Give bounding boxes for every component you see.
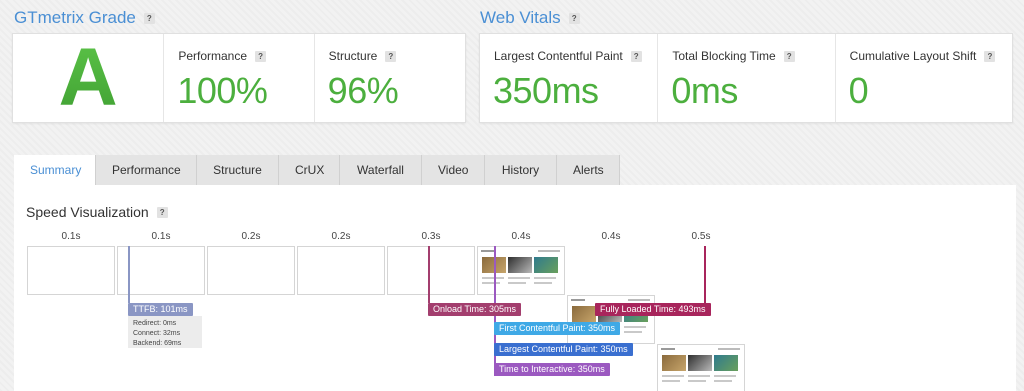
help-icon[interactable]: ? <box>255 50 267 62</box>
frame-time-label: 0.3s <box>421 231 441 242</box>
lcp-label: Largest Contentful Paint ? <box>494 49 642 63</box>
gtmetrix-grade-title-text: GTmetrix Grade <box>14 8 136 27</box>
speed-visualization-title: Speed Visualization ? <box>26 204 168 220</box>
report-tabs: Summary Performance Structure CrUX Water… <box>14 155 620 185</box>
web-vitals-title: Web Vitals ? <box>480 8 580 28</box>
web-vitals-title-text: Web Vitals <box>480 8 561 27</box>
tab-structure[interactable]: Structure <box>197 155 279 185</box>
speed-visualization-title-text: Speed Visualization <box>26 204 149 220</box>
frame-time-label: 0.1s <box>151 231 171 242</box>
frame-time-label: 0.4s <box>511 231 531 242</box>
web-vitals-card: Largest Contentful Paint ? 350ms Total B… <box>479 33 1013 123</box>
fcp-marker[interactable]: First Contentful Paint: 350ms <box>494 322 621 335</box>
help-icon[interactable]: ? <box>143 12 155 24</box>
lcp-metric: Largest Contentful Paint ? 350ms <box>480 34 657 122</box>
structure-label: Structure ? <box>329 49 397 63</box>
tab-crux[interactable]: CrUX <box>279 155 340 185</box>
frame-time-label: 0.5s <box>691 231 711 242</box>
performance-metric: Performance ? 100% <box>163 34 313 122</box>
filmstrip-frame[interactable] <box>27 246 115 295</box>
grade-cell: A <box>13 32 163 123</box>
structure-metric: Structure ? 96% <box>313 34 465 122</box>
filmstrip-frame[interactable] <box>207 246 295 295</box>
frame-time-label: 0.4s <box>601 231 621 242</box>
cls-label-text: Cumulative Layout Shift <box>849 49 977 63</box>
onload-marker-line <box>428 246 430 303</box>
performance-value: 100% <box>177 70 268 111</box>
lcp-label-text: Largest Contentful Paint <box>494 49 623 63</box>
structure-value: 96% <box>327 70 399 111</box>
tbt-label: Total Blocking Time ? <box>672 49 795 63</box>
help-icon[interactable]: ? <box>984 50 996 62</box>
tbt-value: 0ms <box>671 70 738 111</box>
summary-panel: Speed Visualization ? 0.1s 0.1s 0.2s 0.2… <box>14 185 1016 391</box>
filmstrip-frame[interactable] <box>297 246 385 295</box>
tbt-metric: Total Blocking Time ? 0ms <box>657 34 834 122</box>
tbt-label-text: Total Blocking Time <box>672 49 776 63</box>
filmstrip-frame[interactable] <box>387 246 475 295</box>
performance-label: Performance ? <box>178 49 267 63</box>
structure-label-text: Structure <box>328 49 378 63</box>
tab-history[interactable]: History <box>485 155 557 185</box>
performance-label-text: Performance <box>178 49 248 63</box>
cls-label: Cumulative Layout Shift ? <box>850 49 996 63</box>
tab-performance[interactable]: Performance <box>96 155 197 185</box>
thumbnail-image <box>534 257 558 273</box>
filmstrip-frame-page[interactable] <box>657 344 745 391</box>
lcp-marker[interactable]: Largest Contentful Paint: 350ms <box>494 343 633 356</box>
gtmetrix-grade-title: GTmetrix Grade ? <box>14 8 155 28</box>
cls-value: 0 <box>848 70 869 111</box>
filmstrip-frame[interactable] <box>117 246 205 295</box>
ttfb-connect: Connect: 32ms <box>133 330 181 337</box>
lcp-value: 350ms <box>493 70 599 111</box>
tti-marker[interactable]: Time to Interactive: 350ms <box>494 363 610 376</box>
help-icon[interactable]: ? <box>385 50 397 62</box>
frame-time-label: 0.2s <box>241 231 261 242</box>
thumbnail-image <box>714 355 738 371</box>
help-icon[interactable]: ? <box>568 12 580 24</box>
thumbnail-image <box>688 355 712 371</box>
tab-video[interactable]: Video <box>422 155 485 185</box>
ttfb-marker-line <box>128 246 130 303</box>
onload-time-marker[interactable]: Onload Time: 305ms <box>428 303 522 316</box>
grade-letter: A <box>13 32 163 123</box>
fully-loaded-marker-line <box>704 246 706 303</box>
thumbnail-image <box>508 257 532 273</box>
ttfb-redirect: Redirect: 0ms <box>133 320 177 327</box>
ttfb-backend: Backend: 69ms <box>133 340 182 347</box>
gtmetrix-grade-card: A Performance ? 100% Structure ? 96% <box>12 32 466 123</box>
fully-loaded-marker[interactable]: Fully Loaded Time: 493ms <box>595 303 711 316</box>
thumbnail-image <box>662 355 686 371</box>
filmstrip-frame-page[interactable] <box>477 246 565 295</box>
frame-time-label: 0.1s <box>61 231 81 242</box>
tab-alerts[interactable]: Alerts <box>557 155 620 185</box>
help-icon[interactable]: ? <box>156 206 168 218</box>
thumbnail-image <box>572 306 596 322</box>
ttfb-detail-box: Redirect: 0ms Connect: 32ms Backend: 69m… <box>128 316 202 348</box>
ttfb-marker[interactable]: TTFB: 101ms <box>128 303 193 316</box>
tab-waterfall[interactable]: Waterfall <box>340 155 422 185</box>
frame-time-label: 0.2s <box>331 231 351 242</box>
tab-summary[interactable]: Summary <box>14 155 96 185</box>
help-icon[interactable]: ? <box>783 50 795 62</box>
help-icon[interactable]: ? <box>630 50 642 62</box>
cls-metric: Cumulative Layout Shift ? 0 <box>834 34 1012 122</box>
